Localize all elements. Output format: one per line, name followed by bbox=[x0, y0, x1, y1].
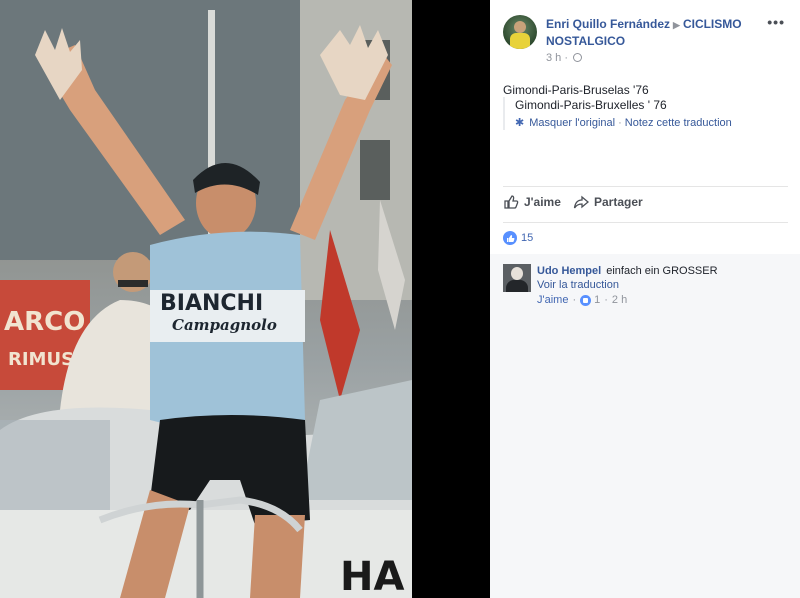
meta-separator: · bbox=[564, 52, 569, 64]
like-button-label: J'aime bbox=[524, 195, 561, 209]
share-button[interactable]: Partager bbox=[573, 194, 643, 210]
footer-separator: · bbox=[604, 294, 608, 306]
comment-body: Udo Hempel einfach ein GROSSER Voir la t… bbox=[537, 264, 787, 307]
link-separator: · bbox=[618, 117, 622, 129]
photo-illustration: ARCO RIMUS HA BIANCHI Campagnolo bbox=[0, 0, 412, 598]
post-text: Gimondi-Paris-Bruselas '76 bbox=[503, 83, 649, 97]
divider bbox=[503, 186, 788, 187]
author-name[interactable]: Enri Quillo Fernández bbox=[546, 17, 670, 31]
share-button-label: Partager bbox=[594, 195, 643, 209]
comments-section: Udo Hempel einfach ein GROSSER Voir la t… bbox=[490, 254, 800, 598]
comment-author[interactable]: Udo Hempel bbox=[537, 265, 601, 277]
author-line: Enri Quillo Fernández ▶ CICLISMO NOSTALGIC… bbox=[546, 16, 764, 49]
like-reaction-icon bbox=[503, 231, 517, 245]
thumbs-up-icon bbox=[504, 195, 519, 209]
comment-like-count[interactable]: 1 bbox=[594, 293, 600, 307]
gear-icon[interactable]: ✱ bbox=[515, 117, 524, 129]
divider bbox=[503, 222, 788, 223]
rate-translation-link[interactable]: Notez cette traduction bbox=[625, 117, 732, 129]
svg-text:HA: HA bbox=[340, 554, 404, 598]
comment-like-button[interactable]: J'aime bbox=[537, 293, 568, 307]
translation-block: Gimondi-Paris-Bruxelles ' 76 ✱ Masquer l'… bbox=[503, 97, 788, 130]
more-options-icon[interactable]: ••• bbox=[767, 14, 785, 30]
post-side-panel: Enri Quillo Fernández ▶ CICLISMO NOSTALGIC… bbox=[490, 0, 800, 598]
post-time[interactable]: 3 h bbox=[546, 52, 561, 64]
reactions-summary[interactable]: 15 bbox=[503, 231, 533, 245]
jersey-sponsor-text: Campagnolo bbox=[172, 316, 277, 334]
reaction-count: 15 bbox=[521, 232, 534, 244]
share-arrow-icon bbox=[573, 195, 589, 209]
hide-original-link[interactable]: Masquer l'original bbox=[529, 117, 615, 129]
jersey-brand-text: BIANCHI bbox=[160, 291, 263, 316]
translated-text: Gimondi-Paris-Bruxelles ' 76 bbox=[515, 98, 667, 112]
svg-text:ARCO: ARCO bbox=[4, 307, 85, 337]
see-translation-link[interactable]: Voir la traduction bbox=[537, 278, 787, 292]
cyclist-photo[interactable]: ARCO RIMUS HA BIANCHI Campagnolo bbox=[0, 0, 412, 598]
author-avatar[interactable] bbox=[503, 15, 537, 49]
photo-viewer[interactable]: ARCO RIMUS HA BIANCHI Campagnolo bbox=[0, 0, 490, 598]
post-actions: J'aime Partager bbox=[503, 194, 788, 216]
like-button[interactable]: J'aime bbox=[503, 194, 561, 210]
comment-footer: J'aime · 1 · 2 h bbox=[537, 293, 787, 307]
svg-text:RIMUS: RIMUS bbox=[8, 349, 74, 370]
globe-icon bbox=[573, 53, 583, 62]
chevron-right-icon: ▶ bbox=[673, 20, 680, 30]
comment-text: einfach ein GROSSER bbox=[606, 265, 718, 277]
commenter-avatar[interactable] bbox=[503, 264, 531, 292]
footer-separator: · bbox=[572, 294, 577, 306]
comment-time[interactable]: 2 h bbox=[612, 293, 627, 307]
comment-like-icon bbox=[580, 294, 592, 306]
translation-links: ✱ Masquer l'original · Notez cette traducti… bbox=[515, 116, 788, 130]
post-meta: 3 h · bbox=[546, 52, 583, 64]
